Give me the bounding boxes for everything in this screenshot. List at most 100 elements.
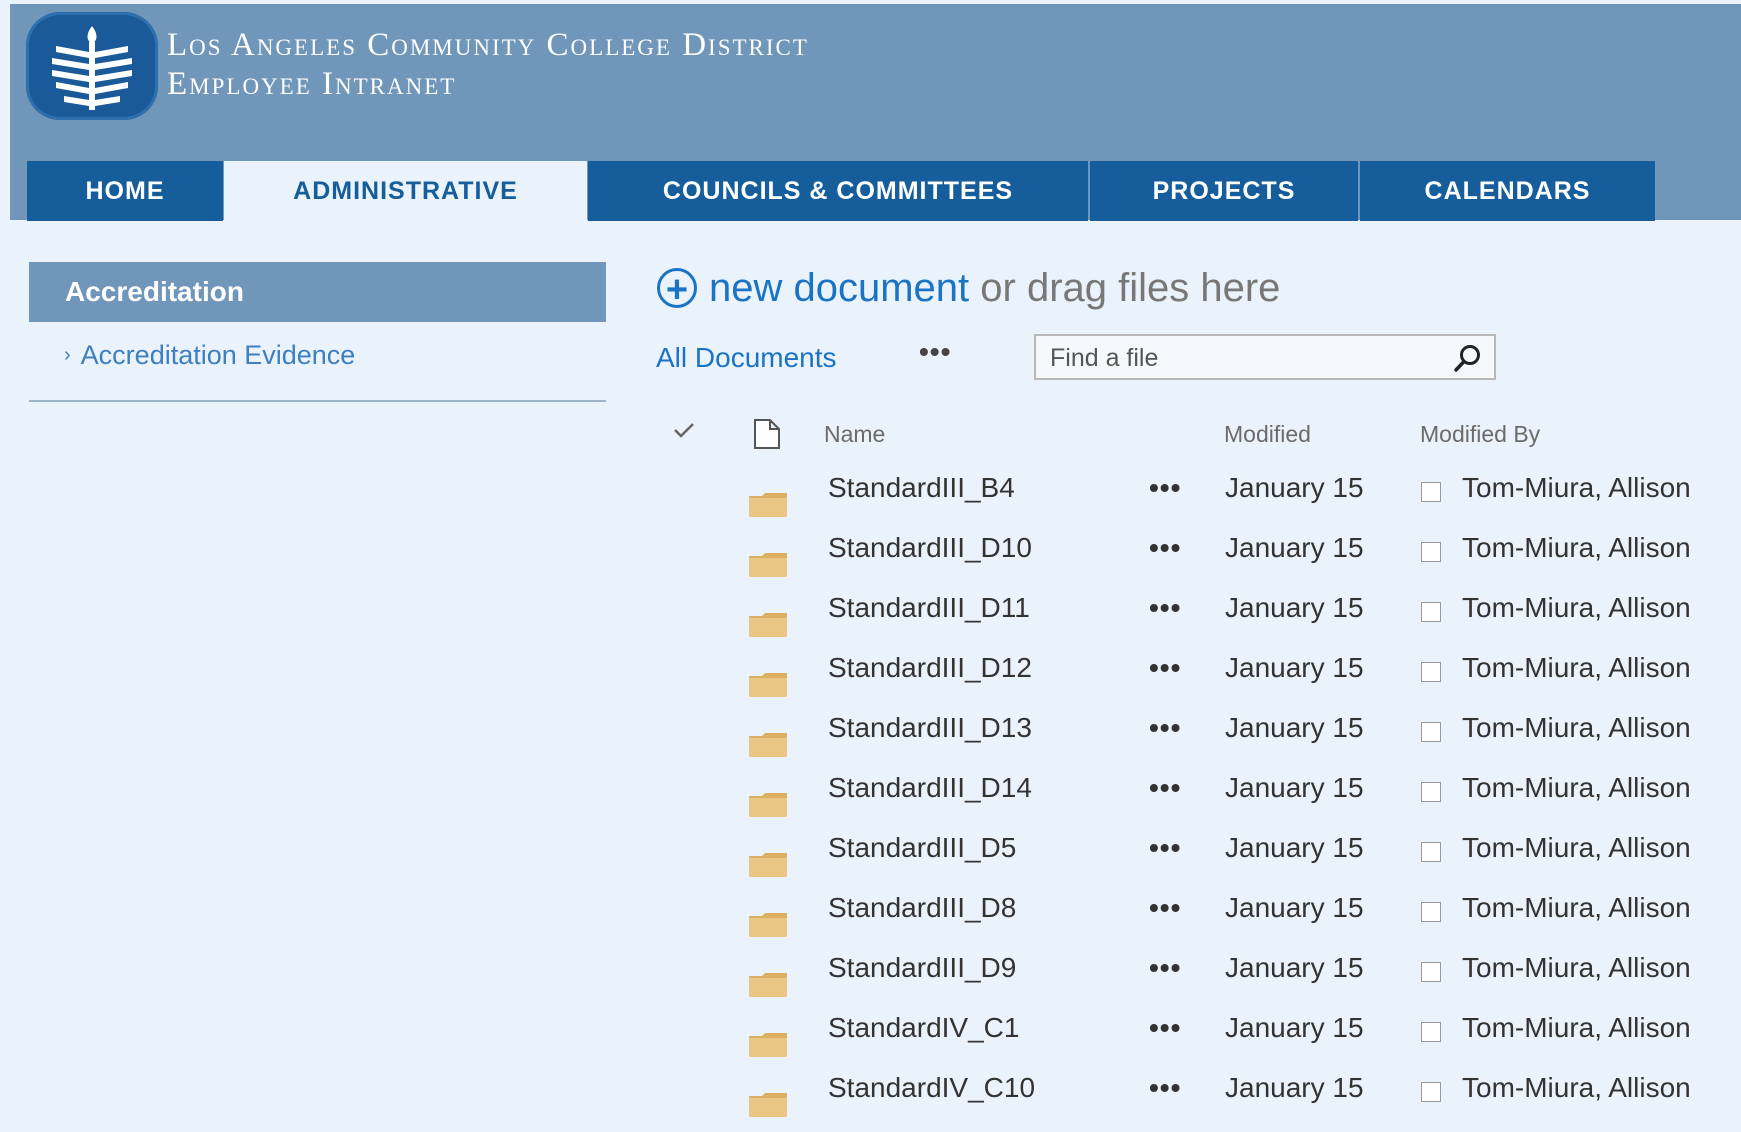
row-modified-by[interactable]: Tom-Miura, Allison	[1462, 1012, 1691, 1044]
row-modified-by[interactable]: Tom-Miura, Allison	[1462, 1072, 1691, 1104]
row-modified: January 15	[1225, 712, 1364, 743]
row-more-button[interactable]: •••	[1149, 592, 1181, 624]
drag-files-hint: or drag files here	[969, 266, 1281, 310]
presence-icon	[1421, 1022, 1441, 1042]
row-more-button[interactable]: •••	[1149, 832, 1181, 864]
row-name-link[interactable]: StandardIII_D10	[828, 532, 1032, 564]
row-name-link[interactable]: StandardIII_D11	[828, 592, 1030, 624]
folder-icon[interactable]	[748, 912, 788, 943]
table-row[interactable]: StandardIII_D10 ••• January 15 Tom-Miura, A…	[0, 532, 1741, 592]
row-more-button[interactable]: •••	[1149, 772, 1181, 804]
row-name-link[interactable]: StandardIII_D5	[828, 832, 1016, 864]
folder-icon[interactable]	[748, 672, 788, 703]
row-more-button[interactable]: •••	[1149, 712, 1181, 744]
presence-icon	[1421, 782, 1441, 802]
row-modified-by[interactable]: Tom-Miura, Allison	[1462, 892, 1691, 924]
presence-icon	[1421, 542, 1441, 562]
table-row[interactable]: StandardIII_D12 ••• January 15 Tom-Miura, A…	[0, 652, 1741, 712]
row-name-link[interactable]: StandardIV_C1	[828, 1012, 1019, 1044]
row-modified-by[interactable]: Tom-Miura, Allison	[1462, 952, 1691, 984]
row-name-link[interactable]: StandardIII_D13	[828, 712, 1032, 744]
table-row[interactable]: StandardIII_D5 ••• January 15 Tom-Miura, Al…	[0, 832, 1741, 892]
folder-icon[interactable]	[748, 972, 788, 1003]
presence-icon	[1421, 602, 1441, 622]
row-more-button[interactable]: •••	[1149, 952, 1181, 984]
chevron-right-icon: ›	[64, 344, 71, 366]
row-name-link[interactable]: StandardIII_D8	[828, 892, 1016, 924]
row-modified-by[interactable]: Tom-Miura, Allison	[1462, 652, 1691, 684]
search-icon[interactable]	[1452, 342, 1484, 379]
row-name-link[interactable]: StandardIII_D12	[828, 652, 1032, 684]
tab-administrative[interactable]: ADMINISTRATIVE	[224, 161, 587, 221]
sidebar-divider	[29, 400, 606, 402]
row-modified: January 15	[1225, 472, 1364, 503]
tab-projects[interactable]: PROJECTS	[1090, 161, 1358, 221]
presence-icon	[1421, 902, 1441, 922]
new-document-link[interactable]: new document	[709, 266, 969, 310]
more-views-button[interactable]: •••	[919, 336, 951, 368]
table-row[interactable]: StandardIV_C10 ••• January 15 Tom-Miura, Al…	[0, 1072, 1741, 1132]
site-title-line2: Employee Intranet	[167, 66, 457, 102]
row-more-button[interactable]: •••	[1149, 652, 1181, 684]
site-title-line1: Los Angeles Community College District	[167, 27, 809, 63]
folder-icon[interactable]	[748, 492, 788, 523]
presence-icon	[1421, 842, 1441, 862]
row-name-link[interactable]: StandardIV_C10	[828, 1072, 1035, 1104]
folder-icon[interactable]	[748, 852, 788, 883]
row-modified-by[interactable]: Tom-Miura, Allison	[1462, 712, 1691, 744]
tab-calendars[interactable]: CALENDARS	[1360, 161, 1655, 221]
view-all-documents[interactable]: All Documents	[656, 342, 837, 374]
presence-icon	[1421, 662, 1441, 682]
table-row[interactable]: StandardIII_D13 ••• January 15 Tom-Miura, A…	[0, 712, 1741, 772]
find-file-search[interactable]	[1034, 334, 1496, 380]
table-row[interactable]: StandardIV_C1 ••• January 15 Tom-Miura, All…	[0, 1012, 1741, 1072]
sidebar-item-label: Accreditation Evidence	[80, 340, 356, 370]
column-header-modified[interactable]: Modified	[1224, 421, 1311, 448]
row-more-button[interactable]: •••	[1149, 532, 1181, 564]
document-type-icon	[752, 418, 782, 456]
row-name-link[interactable]: StandardIII_D9	[828, 952, 1016, 984]
sidebar-item-accreditation-evidence[interactable]: › Accreditation Evidence	[64, 340, 355, 371]
row-modified-by[interactable]: Tom-Miura, Allison	[1462, 532, 1691, 564]
presence-icon	[1421, 722, 1441, 742]
folder-icon[interactable]	[748, 732, 788, 763]
search-input[interactable]	[1048, 342, 1432, 374]
row-modified: January 15	[1225, 832, 1364, 863]
folder-icon[interactable]	[748, 792, 788, 823]
row-modified-by[interactable]: Tom-Miura, Allison	[1462, 772, 1691, 804]
row-name-link[interactable]: StandardIII_B4	[828, 472, 1015, 504]
row-modified-by[interactable]: Tom-Miura, Allison	[1462, 832, 1691, 864]
row-more-button[interactable]: •••	[1149, 1012, 1181, 1044]
column-header-name[interactable]: Name	[824, 421, 885, 448]
folder-icon[interactable]	[748, 1092, 788, 1123]
row-modified: January 15	[1225, 592, 1364, 623]
folder-icon[interactable]	[748, 612, 788, 643]
presence-icon	[1421, 482, 1441, 502]
table-row[interactable]: StandardIII_D11 ••• January 15 Tom-Miura, A…	[0, 592, 1741, 652]
folder-icon[interactable]	[748, 1032, 788, 1063]
table-row[interactable]: StandardIII_D8 ••• January 15 Tom-Miura, Al…	[0, 892, 1741, 952]
table-row[interactable]: StandardIII_B4 ••• January 15 Tom-Miura, Al…	[0, 472, 1741, 532]
wheat-seal-icon[interactable]	[26, 12, 158, 120]
folder-icon[interactable]	[748, 552, 788, 583]
row-more-button[interactable]: •••	[1149, 1072, 1181, 1104]
row-modified-by[interactable]: Tom-Miura, Allison	[1462, 472, 1691, 504]
tab-councils-committees[interactable]: COUNCILS & COMMITTEES	[588, 161, 1088, 221]
row-more-button[interactable]: •••	[1149, 472, 1181, 504]
row-modified-by[interactable]: Tom-Miura, Allison	[1462, 592, 1691, 624]
row-more-button[interactable]: •••	[1149, 892, 1181, 924]
table-row[interactable]: StandardIII_D14 ••• January 15 Tom-Miura, A…	[0, 772, 1741, 832]
row-name-link[interactable]: StandardIII_D14	[828, 772, 1032, 804]
row-modified: January 15	[1225, 532, 1364, 563]
sidebar-heading-accreditation[interactable]: Accreditation	[29, 262, 606, 322]
row-modified: January 15	[1225, 952, 1364, 983]
row-modified: January 15	[1225, 652, 1364, 683]
presence-icon	[1421, 962, 1441, 982]
add-circle-icon[interactable]: +	[657, 268, 697, 309]
row-modified: January 15	[1225, 1012, 1364, 1043]
column-header-modified-by[interactable]: Modified By	[1420, 421, 1540, 448]
select-all-check-icon[interactable]	[672, 418, 696, 448]
tab-home[interactable]: HOME	[27, 161, 223, 221]
table-row[interactable]: StandardIII_D9 ••• January 15 Tom-Miura, Al…	[0, 952, 1741, 1012]
site-title[interactable]: Los Angeles Community College District E…	[167, 26, 809, 104]
